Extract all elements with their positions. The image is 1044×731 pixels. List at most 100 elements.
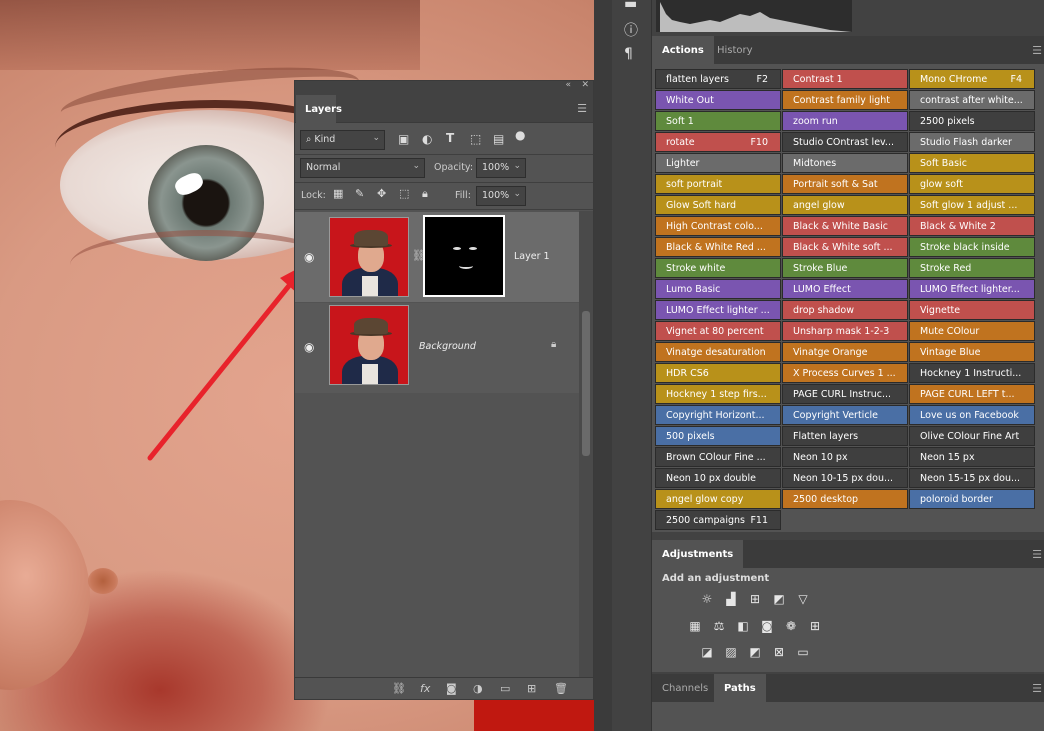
tab-layers[interactable]: Layers — [296, 95, 342, 123]
action-button[interactable]: Vinatge desaturation — [655, 342, 781, 362]
action-button[interactable]: drop shadow — [782, 300, 908, 320]
action-button[interactable]: Hockney 1 step firs... — [655, 384, 781, 404]
smart-object-filter-icon[interactable]: ▤ — [493, 132, 504, 146]
action-button[interactable]: Glow Soft hard — [655, 195, 781, 215]
action-button[interactable]: LUMO Effect lighter... — [909, 279, 1035, 299]
tab-adjustments[interactable]: Adjustments — [652, 540, 744, 568]
action-button[interactable]: Mute COlour — [909, 321, 1035, 341]
channel-mixer-icon[interactable]: ❁ — [783, 619, 799, 633]
paragraph-icon[interactable]: ¶ — [624, 46, 633, 62]
tab-channels[interactable]: Channels — [652, 674, 718, 702]
layer-name[interactable]: Layer 1 — [514, 251, 550, 262]
action-button[interactable]: PAGE CURL Instruc... — [782, 384, 908, 404]
action-button[interactable]: flatten layers F2 — [655, 69, 781, 89]
action-button[interactable]: Lighter — [655, 153, 781, 173]
layer-mask-thumbnail[interactable] — [423, 215, 505, 297]
tab-history[interactable]: History — [707, 36, 763, 64]
action-button[interactable]: Soft glow 1 adjust ... — [909, 195, 1035, 215]
action-button[interactable]: Soft Basic — [909, 153, 1035, 173]
collapse-icon[interactable]: « — [565, 80, 571, 90]
action-button[interactable]: Contrast 1 — [782, 69, 908, 89]
hue-saturation-icon[interactable]: ▦ — [687, 619, 703, 633]
tab-paths[interactable]: Paths — [714, 674, 766, 702]
close-icon[interactable]: ✕ — [581, 80, 589, 90]
trash-icon[interactable]: 🗑︎ — [554, 682, 568, 695]
action-button[interactable]: zoom run — [782, 111, 908, 131]
action-button[interactable]: 2500 desktop — [782, 489, 908, 509]
action-button[interactable]: Neon 15-15 px dou... — [909, 468, 1035, 488]
action-button[interactable]: Neon 10 px — [782, 447, 908, 467]
visibility-eye-icon[interactable]: ◉ — [304, 250, 314, 264]
brightness-icon[interactable]: ☼ — [699, 592, 715, 606]
action-button[interactable]: PAGE CURL LEFT t... — [909, 384, 1035, 404]
photo-filter-icon[interactable]: ◙ — [759, 619, 775, 633]
exposure-icon[interactable]: ◩ — [771, 592, 787, 606]
action-button[interactable]: Unsharp mask 1-2-3 — [782, 321, 908, 341]
action-button[interactable]: Neon 15 px — [909, 447, 1035, 467]
invert-icon[interactable]: ◪ — [699, 645, 715, 659]
action-button[interactable]: 2500 campaigns F11 — [655, 510, 781, 530]
color-lookup-icon[interactable]: ⊞ — [807, 619, 823, 633]
type-filter-icon[interactable]: T — [446, 131, 454, 145]
action-button[interactable]: Studio COntrast lev... — [782, 132, 908, 152]
action-button[interactable]: 2500 pixels — [909, 111, 1035, 131]
action-button[interactable]: Studio Flash darker — [909, 132, 1035, 152]
action-button[interactable]: LUMO Effect lighter ... — [655, 300, 781, 320]
pixel-filter-icon[interactable]: ▣ — [398, 132, 409, 146]
lock-transparent-icon[interactable]: ▦ — [333, 187, 343, 200]
blend-mode-select[interactable]: Normal ⌄ — [300, 158, 425, 178]
action-button[interactable]: rotate F10 — [655, 132, 781, 152]
gradient-map-icon[interactable]: ▭ — [795, 645, 811, 659]
scrollbar-thumb[interactable] — [582, 311, 590, 456]
shape-filter-icon[interactable]: ⬚ — [470, 132, 481, 146]
lock-pixels-icon[interactable]: ✎ — [355, 187, 364, 200]
curves-icon[interactable]: ⊞ — [747, 592, 763, 606]
info-icon[interactable]: ⓘ — [624, 20, 638, 40]
action-button[interactable]: Black & White 2 — [909, 216, 1035, 236]
action-button[interactable]: Stroke Blue — [782, 258, 908, 278]
layer-row-layer1[interactable]: ◉ ⛓ Layer 1 — [295, 212, 579, 302]
layer-name[interactable]: Background — [419, 341, 476, 352]
action-button[interactable]: Stroke white — [655, 258, 781, 278]
action-button[interactable]: Lumo Basic — [655, 279, 781, 299]
action-button[interactable]: Black & White Red ... — [655, 237, 781, 257]
lock-all-icon[interactable]: 🔒︎ — [422, 187, 428, 201]
threshold-icon[interactable]: ◩ — [747, 645, 763, 659]
action-button[interactable]: Soft 1 — [655, 111, 781, 131]
action-button[interactable]: poloroid border — [909, 489, 1035, 509]
action-button[interactable]: Vignette — [909, 300, 1035, 320]
folder-icon[interactable]: ▭ — [500, 682, 510, 695]
action-button[interactable]: contrast after white... — [909, 90, 1035, 110]
mask-icon[interactable]: ◙ — [446, 682, 457, 695]
selective-color-icon[interactable]: ⊠ — [771, 645, 787, 659]
panel-menu-icon[interactable]: ☰ — [577, 102, 587, 115]
action-button[interactable]: HDR CS6 — [655, 363, 781, 383]
action-button[interactable]: LUMO Effect — [782, 279, 908, 299]
action-button[interactable]: Stroke black inside — [909, 237, 1035, 257]
posterize-icon[interactable]: ▨ — [723, 645, 739, 659]
link-icon[interactable]: ⛓ — [392, 682, 406, 695]
panel-menu-icon[interactable]: ☰ — [1032, 548, 1042, 561]
action-button[interactable]: Flatten layers — [782, 426, 908, 446]
vibrance-icon[interactable]: ▽ — [795, 592, 811, 606]
lock-position-icon[interactable]: ✥ — [377, 187, 386, 200]
action-button[interactable]: X Process Curves 1 ... — [782, 363, 908, 383]
action-button[interactable]: White Out — [655, 90, 781, 110]
adjustment-icon[interactable]: ◑ — [473, 682, 483, 695]
action-button[interactable]: angel glow — [782, 195, 908, 215]
color-balance-icon[interactable]: ⚖ — [711, 619, 727, 633]
layers-scrollbar[interactable] — [579, 211, 593, 691]
panel-menu-icon[interactable]: ☰ — [1032, 682, 1042, 695]
action-button[interactable]: Neon 10-15 px dou... — [782, 468, 908, 488]
action-button[interactable]: Brown COlour Fine ... — [655, 447, 781, 467]
tab-actions[interactable]: Actions — [652, 36, 714, 64]
layer-row-background[interactable]: ◉ Background 🔒︎ — [295, 303, 579, 393]
action-button[interactable]: Mono CHrome F4 — [909, 69, 1035, 89]
opacity-input[interactable]: 100% ⌄ — [476, 158, 526, 178]
new-layer-icon[interactable]: ⊞ — [527, 682, 536, 695]
histogram-icon[interactable]: ▬ — [624, 0, 637, 12]
action-button[interactable]: High Contrast colo... — [655, 216, 781, 236]
action-button[interactable]: Contrast family light — [782, 90, 908, 110]
action-button[interactable]: Vinatge Orange — [782, 342, 908, 362]
action-button[interactable]: Olive COlour Fine Art — [909, 426, 1035, 446]
